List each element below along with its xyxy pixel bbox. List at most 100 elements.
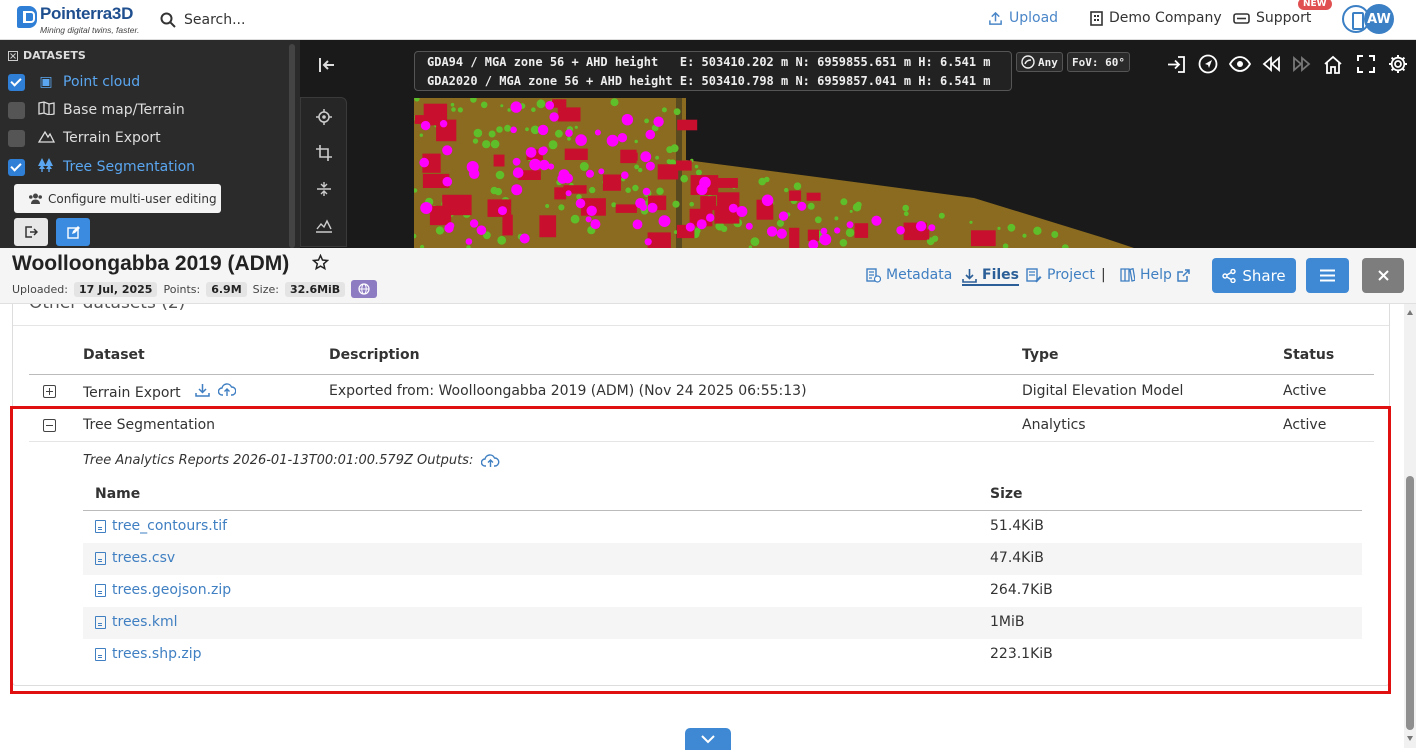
- fov-chip[interactable]: FoV: 60°: [1067, 52, 1130, 72]
- dataset-checkbox[interactable]: [8, 101, 25, 119]
- configure-label: Configure multi-user editing: [48, 191, 217, 206]
- dataset-item-point-cloud[interactable]: ▣ Point cloud: [8, 70, 140, 94]
- share-label: Share: [1242, 266, 1286, 285]
- tree-point: [547, 163, 555, 170]
- expand-panel-button[interactable]: [685, 728, 731, 750]
- tab-files-label: Files: [982, 267, 1019, 283]
- cloud-upload-icon[interactable]: [218, 383, 237, 401]
- close-button[interactable]: [1362, 258, 1404, 293]
- vegetation-point: [655, 155, 659, 160]
- vegetation-point: [545, 204, 550, 208]
- vegetation-point: [548, 140, 558, 150]
- datasets-scrollbar[interactable]: [289, 44, 295, 248]
- help-link[interactable]: Help: [1120, 267, 1190, 283]
- home-icon[interactable]: [1321, 52, 1345, 76]
- building-roof: [789, 227, 800, 248]
- tree-point: [871, 215, 882, 226]
- vegetation-point: [902, 204, 909, 212]
- tree-point: [658, 215, 671, 227]
- dataset-checkbox[interactable]: [8, 158, 25, 176]
- rewind-icon[interactable]: [1259, 52, 1283, 76]
- dataset-item-base-map[interactable]: Base map/Terrain: [8, 98, 185, 122]
- building-roof: [552, 99, 567, 108]
- datasets-panel: DATASETS ▣ Point cloud Base map/Terrain …: [0, 40, 300, 248]
- vegetation-point: [610, 98, 619, 107]
- settings-gear-icon[interactable]: [1386, 52, 1410, 76]
- profile-icon[interactable]: [313, 215, 335, 237]
- col-description: Description: [329, 347, 420, 363]
- expand-row-icon[interactable]: [43, 385, 56, 398]
- page-scrollbar[interactable]: [1404, 304, 1416, 748]
- tree-point: [696, 219, 707, 230]
- vegetation-point: [672, 200, 680, 208]
- tree-point: [645, 161, 655, 171]
- vegetation-point: [589, 186, 596, 194]
- tree-point: [444, 223, 454, 233]
- share-button[interactable]: Share: [1212, 258, 1296, 293]
- tab-metadata[interactable]: Metadata: [866, 267, 952, 283]
- download-icon[interactable]: [195, 384, 214, 401]
- compress-icon[interactable]: [313, 178, 335, 200]
- vegetation-point: [1033, 226, 1042, 235]
- dataset-checkbox[interactable]: [8, 129, 25, 147]
- upload-link[interactable]: Upload: [988, 10, 1058, 26]
- vegetation-point: [793, 182, 802, 190]
- building-icon: [1090, 10, 1103, 26]
- size-value: 32.6MiB: [284, 281, 346, 297]
- tree-point: [512, 157, 521, 166]
- configure-multi-user-button[interactable]: Configure multi-user editing: [14, 184, 221, 213]
- locate-icon[interactable]: [313, 106, 335, 128]
- globe-icon[interactable]: [351, 280, 378, 298]
- menu-button[interactable]: [1306, 258, 1349, 293]
- export-button[interactable]: [14, 218, 48, 246]
- fullscreen-icon[interactable]: [1354, 52, 1378, 76]
- scroll-down-icon[interactable]: [1407, 736, 1413, 741]
- tree-point: [557, 173, 568, 184]
- tree-point: [896, 226, 905, 235]
- dataset-item-tree-segmentation[interactable]: Tree Segmentation: [8, 155, 195, 179]
- building-roof: [806, 192, 821, 201]
- building-roof: [905, 229, 930, 240]
- tree-point: [498, 206, 507, 216]
- snap-mode-chip[interactable]: Any: [1016, 52, 1063, 72]
- vegetation-point: [969, 220, 973, 224]
- vegetation-point: [1022, 233, 1027, 238]
- vegetation-point: [473, 128, 483, 138]
- vegetation-point: [555, 129, 563, 138]
- building-roof: [602, 174, 621, 191]
- tab-project[interactable]: Project: [1026, 267, 1095, 283]
- vegetation-point: [694, 164, 699, 169]
- edit-button[interactable]: [56, 218, 90, 246]
- company-link[interactable]: Demo Company: [1090, 10, 1222, 26]
- dataset-checkbox[interactable]: [8, 73, 25, 91]
- scrollbar-thumb[interactable]: [1406, 476, 1414, 730]
- point-cloud-viewer[interactable]: GDA94 / MGA zone 56 + AHD height E: 5034…: [300, 40, 1416, 248]
- collapse-panel-icon[interactable]: [318, 57, 336, 78]
- point-cloud-render[interactable]: [414, 98, 1134, 248]
- scroll-up-icon[interactable]: [1407, 310, 1413, 315]
- snap-icon: [1021, 55, 1035, 69]
- building-roof: [854, 223, 869, 238]
- user-avatar[interactable]: AW: [1364, 4, 1394, 34]
- datasets-title: DATASETS: [8, 49, 86, 62]
- vegetation-point: [611, 202, 617, 208]
- company-label: Demo Company: [1109, 10, 1222, 26]
- collapse-box-icon[interactable]: [8, 50, 18, 61]
- edit-icon: [66, 225, 80, 239]
- building-roof: [677, 119, 698, 131]
- tab-files[interactable]: Files: [962, 267, 1019, 286]
- vegetation-point: [997, 226, 1001, 230]
- navigate-icon[interactable]: [1196, 52, 1220, 76]
- crop-icon[interactable]: [313, 142, 335, 164]
- search-box[interactable]: Search...: [160, 10, 360, 30]
- sign-in-icon[interactable]: [1164, 52, 1188, 76]
- vegetation-point: [488, 130, 496, 138]
- dataset-item-terrain-export[interactable]: Terrain Export: [8, 126, 161, 150]
- pointerra-logo[interactable]: Pointerra3D Mining digital twins, faster…: [17, 3, 145, 37]
- support-link[interactable]: Support: [1233, 10, 1311, 26]
- favorite-star-icon[interactable]: [311, 253, 330, 276]
- forward-icon[interactable]: [1290, 52, 1314, 76]
- eye-icon[interactable]: [1228, 52, 1252, 76]
- search-input[interactable]: Search...: [184, 12, 245, 28]
- points-label: Points:: [163, 282, 201, 296]
